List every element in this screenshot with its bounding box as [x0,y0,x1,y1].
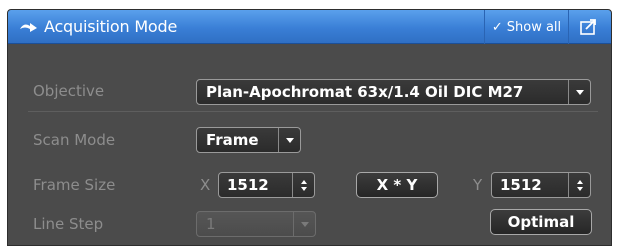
stepper-arrows-icon[interactable] [568,173,590,197]
frame-size-x-stepper[interactable]: 1512 [218,172,315,198]
line-step-label: Line Step [33,215,104,233]
frame-size-x-label: X [200,176,211,194]
acquisition-mode-panel: Acquisition Mode ✓ Show all Objective Pl… [7,9,612,246]
section-divider [28,111,598,112]
show-all-label: Show all [506,19,562,35]
undock-button[interactable] [573,14,605,40]
chevron-down-icon [293,212,315,236]
stepper-arrows-icon[interactable] [292,173,314,197]
objective-dropdown[interactable]: Plan-Apochromat 63x/1.4 Oil DIC M27 [196,79,591,105]
scan-mode-label: Scan Mode [33,131,116,149]
frame-size-y-value: 1512 [500,176,542,194]
frame-size-y-stepper[interactable]: 1512 [491,172,591,198]
scan-mode-value: Frame [206,131,259,149]
objective-value: Plan-Apochromat 63x/1.4 Oil DIC M27 [206,83,524,101]
scan-mode-dropdown[interactable]: Frame [196,127,301,153]
collapse-arrow-icon[interactable] [18,20,40,34]
objective-label: Objective [33,82,105,100]
chevron-down-icon [278,128,300,152]
chevron-down-icon [568,80,590,104]
show-all-button[interactable]: ✓ Show all [484,10,569,44]
panel-title: Acquisition Mode [44,17,178,36]
line-step-dropdown: 1 [196,211,316,237]
panel-title-bar[interactable]: Acquisition Mode ✓ Show all [8,10,611,44]
frame-size-x-value: 1512 [227,176,269,194]
optimal-button[interactable]: Optimal [490,209,592,235]
x-times-y-button[interactable]: X * Y [356,172,438,198]
frame-size-label: Frame Size [33,176,116,194]
check-icon: ✓ [491,19,503,35]
undock-icon [580,19,596,35]
frame-size-y-label: Y [473,176,483,194]
line-step-value: 1 [206,215,216,233]
